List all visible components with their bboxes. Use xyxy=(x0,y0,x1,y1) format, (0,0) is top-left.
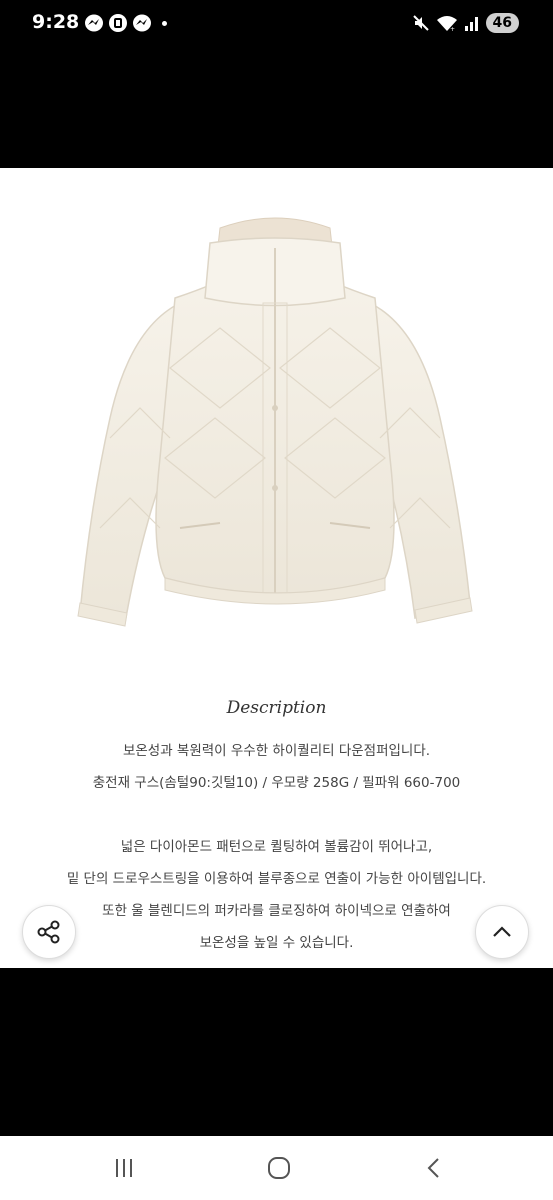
description-line: 또한 울 블렌디드의 퍼카라를 클로징하여 하이넥으로 연출하여 xyxy=(102,903,451,919)
system-nav-bar xyxy=(0,1136,553,1200)
letterbox-top xyxy=(0,50,553,168)
signal-icon xyxy=(464,17,478,31)
home-button[interactable] xyxy=(259,1152,299,1184)
more-notifications-dot xyxy=(162,20,167,26)
share-icon xyxy=(37,920,60,944)
product-image[interactable] xyxy=(70,208,480,648)
messenger-icon xyxy=(85,14,103,32)
description-title: Description xyxy=(226,698,327,718)
back-icon xyxy=(427,1158,439,1178)
mute-icon xyxy=(412,15,429,31)
chevron-up-icon xyxy=(493,926,511,937)
recents-button[interactable] xyxy=(104,1152,144,1184)
product-detail: Description 보온성과 복원력이 우수한 하이퀄리티 다운점퍼입니다.… xyxy=(0,168,553,968)
status-time: 9:28 xyxy=(32,11,80,33)
recents-icon xyxy=(116,1159,132,1177)
system-icons: + 46 xyxy=(412,13,519,33)
description-line: 충전재 구스(솜털90:깃털10) / 우모량 258G / 필파워 660-7… xyxy=(92,775,461,791)
battery-level: 46 xyxy=(485,13,519,33)
status-bar: 9:28 + 46 xyxy=(0,0,553,50)
messenger-icon xyxy=(133,14,151,32)
wifi-icon: + xyxy=(436,16,457,32)
share-button[interactable] xyxy=(22,905,76,959)
description-line: 밑 단의 드로우스트링을 이용하여 블루종으로 연출이 가능한 아이템입니다. xyxy=(66,871,487,887)
back-button[interactable] xyxy=(414,1152,454,1184)
description-line: 보온성과 복원력이 우수한 하이퀄리티 다운점퍼입니다. xyxy=(122,743,431,759)
home-icon xyxy=(268,1157,290,1179)
description-line: 넓은 다이아몬드 패턴으로 퀼팅하여 볼륨감이 뛰어나고, xyxy=(120,839,433,855)
notification-icons xyxy=(84,13,167,33)
description-line: 보온성을 높일 수 있습니다. xyxy=(199,935,354,951)
svg-text:+: + xyxy=(450,26,455,32)
app-icon xyxy=(109,14,127,32)
scroll-to-top-button[interactable] xyxy=(475,905,529,959)
letterbox-bottom xyxy=(0,968,553,1136)
